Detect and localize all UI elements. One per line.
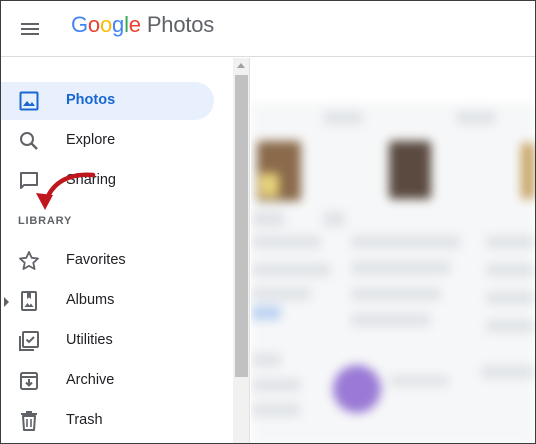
sidebar: Photos Explore Sharing LIBRARY Favorites (1, 58, 233, 443)
annotation-arrow-icon (36, 172, 96, 210)
photo-grid-blurred (251, 58, 535, 443)
scroll-thumb[interactable] (235, 75, 248, 377)
blurred-content (251, 103, 535, 443)
logo-letter-o2: o (99, 12, 113, 37)
product-name: Photos (146, 12, 215, 37)
hamburger-menu-icon[interactable] (16, 14, 46, 44)
logo-letter-g2: g (112, 12, 125, 37)
sidebar-scrollbar[interactable] (233, 58, 250, 443)
logo-letter-e: e (128, 12, 141, 37)
logo-letter-o1: o (87, 12, 100, 37)
logo-letter-g1: G (71, 12, 88, 37)
app-window: Google Photos Photos Explore Sharing LIB… (0, 0, 536, 444)
top-bar: Google Photos (1, 1, 535, 57)
scroll-up-arrow-icon[interactable] (237, 63, 245, 68)
google-photos-logo[interactable]: Google Photos (71, 12, 214, 38)
